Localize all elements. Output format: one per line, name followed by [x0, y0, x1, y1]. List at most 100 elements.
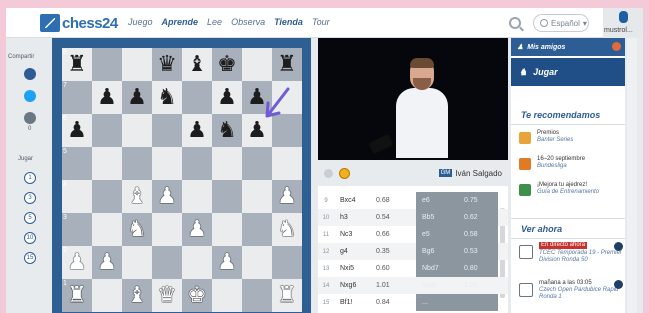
white-pawn-piece[interactable]: ♟	[187, 217, 207, 242]
board-square[interactable]: 1 ♜	[62, 279, 92, 312]
black-move[interactable]: Nbd7	[416, 265, 460, 272]
white-move[interactable]: Nxi5	[334, 265, 376, 272]
board-square[interactable]	[242, 279, 272, 312]
board-square[interactable]	[272, 114, 302, 147]
black-move[interactable]: e5	[416, 231, 460, 238]
board-square[interactable]: ♟	[92, 81, 122, 114]
board-square[interactable]	[152, 213, 182, 246]
white-pawn-piece[interactable]: ♟	[277, 184, 297, 209]
nav-juego[interactable]: Juego	[128, 17, 153, 27]
move-row[interactable]: 11 Nc3 0.66 e5 0.58	[318, 226, 508, 243]
board-square[interactable]: 6 ♟	[62, 114, 92, 147]
black-move-cell[interactable]: e5 0.58	[416, 226, 498, 243]
board-square[interactable]: 8 ♜	[62, 48, 92, 81]
board-square[interactable]	[152, 147, 182, 180]
play-option-5-icon[interactable]: 15	[24, 252, 36, 264]
live-item[interactable]: En directo ahora TCEC Temporada 19 - Prem…	[519, 242, 623, 278]
board-square[interactable]	[242, 48, 272, 81]
black-king-piece[interactable]: ♚	[217, 52, 237, 77]
white-rook-piece[interactable]: ♜	[277, 283, 297, 308]
board-square[interactable]	[242, 147, 272, 180]
board-square[interactable]	[242, 246, 272, 279]
board-square[interactable]	[212, 147, 242, 180]
white-move[interactable]: Bxc4	[334, 197, 376, 204]
board-square[interactable]: 4	[62, 180, 92, 213]
nav-tour[interactable]: Tour	[312, 17, 330, 27]
board-square[interactable]	[212, 213, 242, 246]
play-option-4-icon[interactable]: 10	[24, 232, 36, 244]
white-move[interactable]: Nxg6	[334, 282, 376, 289]
board-square[interactable]: ♟	[242, 114, 272, 147]
board-square[interactable]: 5	[62, 147, 92, 180]
white-bishop-piece[interactable]: ♝	[127, 283, 147, 308]
white-pawn-piece[interactable]: ♟	[97, 250, 117, 275]
white-rook-piece[interactable]: ♜	[67, 283, 87, 308]
board-square[interactable]	[92, 147, 122, 180]
white-knight-piece[interactable]: ♞	[277, 217, 297, 242]
board-square[interactable]	[242, 180, 272, 213]
black-rook-piece[interactable]: ♜	[67, 52, 87, 77]
search-icon[interactable]	[509, 17, 521, 29]
board-square[interactable]: ♟	[152, 180, 182, 213]
board-square[interactable]: ♟	[272, 180, 302, 213]
move-row[interactable]: 13 Nxi5 0.60 Nbd7 0.80	[318, 260, 508, 277]
recommend-item[interactable]: Premios Banter Series	[519, 130, 623, 154]
black-move-cell[interactable]: Bb5 0.62	[416, 209, 498, 226]
move-row[interactable]: 10 h3 0.54 Bb5 0.62	[318, 209, 508, 226]
settings-icon[interactable]	[324, 168, 333, 178]
play-button[interactable]: ♞ Jugar	[511, 58, 625, 86]
board-square[interactable]	[272, 147, 302, 180]
board-square[interactable]: 3	[62, 213, 92, 246]
play-option-1-icon[interactable]: 1	[24, 172, 36, 184]
board-square[interactable]: ♟	[92, 246, 122, 279]
board-square[interactable]: 2 ♟	[62, 246, 92, 279]
user-menu-button[interactable]: mustrol...	[603, 8, 643, 38]
board-square[interactable]	[152, 114, 182, 147]
play-option-3-icon[interactable]: 5	[24, 212, 36, 224]
board-square[interactable]: ♞	[122, 213, 152, 246]
nav-tienda[interactable]: Tienda	[274, 17, 303, 27]
black-rook-piece[interactable]: ♜	[277, 52, 297, 77]
board-square[interactable]: ♞	[272, 213, 302, 246]
black-move[interactable]: Bg6	[416, 248, 460, 255]
black-pawn-piece[interactable]: ♟	[247, 118, 267, 143]
black-move-cell[interactable]: e6 0.75	[416, 192, 498, 209]
board-square[interactable]: ♟	[122, 81, 152, 114]
board-square[interactable]	[122, 246, 152, 279]
recommend-item[interactable]: ¡Mejora tu ajedrez! Guía de Entrenamiento	[519, 182, 623, 206]
twitter-share-icon[interactable]	[24, 90, 36, 102]
gplus-share-icon[interactable]	[24, 112, 36, 124]
black-move-cell[interactable]: Nbd7 0.80	[416, 260, 498, 277]
move-row[interactable]: 15 Bf1! 0.84...	[318, 294, 508, 311]
board-square[interactable]	[182, 246, 212, 279]
board-square[interactable]: ♛	[152, 279, 182, 312]
recommend-item[interactable]: 16–20 septiembre Bundesliga	[519, 156, 623, 180]
black-move[interactable]: ...	[416, 299, 460, 306]
white-move[interactable]: g4	[334, 248, 376, 255]
white-bishop-piece[interactable]: ♝	[127, 184, 147, 209]
presenter-name[interactable]: Iván Salgado	[455, 169, 502, 178]
black-pawn-piece[interactable]: ♟	[97, 85, 117, 110]
white-move[interactable]: Nc3	[334, 231, 376, 238]
board-square[interactable]: ♟	[242, 81, 272, 114]
board-square[interactable]	[92, 180, 122, 213]
nav-lee[interactable]: Lee	[207, 17, 222, 27]
board-square[interactable]: ♝	[122, 279, 152, 312]
facebook-share-icon[interactable]	[24, 68, 36, 80]
chessboard[interactable]: 8 ♜ ♛ ♝ ♚ ♜ 7 ♟ ♟ ♞ ♟ ♟ 6 ♟ ♟ ♞ ♟ 5 4 ♝ ♟ ♟ 3 ♞ ♟ ♞ 2 ♟ ♟ ♟ 1 ♜ ♝ ♛ ♚ ♜	[62, 48, 302, 313]
board-square[interactable]	[212, 279, 242, 312]
black-move[interactable]: hxg6	[416, 282, 460, 289]
white-move[interactable]: h3	[334, 214, 376, 221]
board-square[interactable]	[152, 246, 182, 279]
board-square[interactable]: ♝	[122, 180, 152, 213]
move-row[interactable]: 12 g4 0.35 Bg6 0.53	[318, 243, 508, 260]
board-square[interactable]	[122, 147, 152, 180]
white-pawn-piece[interactable]: ♟	[67, 250, 87, 275]
board-square[interactable]	[92, 114, 122, 147]
black-pawn-piece[interactable]: ♟	[67, 118, 87, 143]
black-move[interactable]: Bb5	[416, 214, 460, 221]
board-square[interactable]	[182, 180, 212, 213]
board-square[interactable]	[122, 114, 152, 147]
board-square[interactable]: ♚	[182, 279, 212, 312]
board-square[interactable]: 7	[62, 81, 92, 114]
